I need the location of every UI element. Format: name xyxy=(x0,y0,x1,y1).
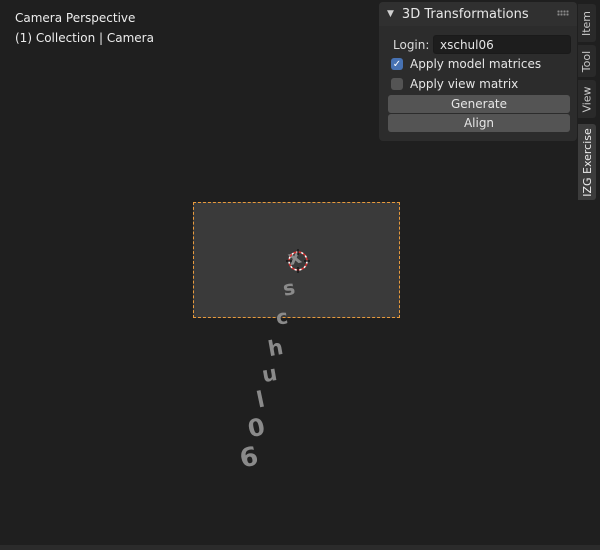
login-row: Login: xyxy=(393,35,571,54)
tab-item[interactable]: Item xyxy=(578,4,596,42)
letter-h: h xyxy=(266,334,285,362)
tab-tool[interactable]: Tool xyxy=(578,45,596,77)
apply-view-matrix-label: Apply view matrix xyxy=(410,77,519,91)
apply-model-matrices-checkbox[interactable]: ✓ xyxy=(391,58,403,70)
tab-view[interactable]: View xyxy=(578,80,596,118)
apply-view-matrix-row[interactable]: Apply view matrix xyxy=(391,77,518,91)
generate-button[interactable]: Generate xyxy=(388,95,570,113)
align-button[interactable]: Align xyxy=(388,114,570,132)
letter-0: 0 xyxy=(245,412,268,444)
collapse-triangle-icon[interactable]: ▼ xyxy=(387,9,394,19)
letter-6: 6 xyxy=(237,441,262,475)
apply-model-matrices-row[interactable]: ✓ Apply model matrices xyxy=(391,57,541,71)
apply-view-matrix-checkbox[interactable] xyxy=(391,78,403,90)
letter-u: u xyxy=(260,360,279,388)
panel-title: 3D Transformations xyxy=(401,6,529,22)
panel-header[interactable]: ▼ 3D Transformations xyxy=(379,2,577,26)
drag-grip-icon[interactable] xyxy=(557,10,569,16)
letter-l: l xyxy=(254,387,268,414)
login-input[interactable] xyxy=(433,35,571,54)
login-label: Login: xyxy=(393,37,430,52)
camera-origin-icon[interactable] xyxy=(284,247,312,275)
collection-label: (1) Collection | Camera xyxy=(15,31,154,45)
sidebar-tabs: Item Tool View IZG Exercise xyxy=(578,0,600,545)
bottom-scrollbar xyxy=(0,545,600,550)
apply-model-matrices-label: Apply model matrices xyxy=(410,57,542,71)
view-mode-label: Camera Perspective xyxy=(15,11,136,25)
tab-izg-exercise[interactable]: IZG Exercise xyxy=(578,124,596,200)
3d-transformations-panel: ▼ 3D Transformations Login: ✓ Apply mode… xyxy=(379,2,577,141)
